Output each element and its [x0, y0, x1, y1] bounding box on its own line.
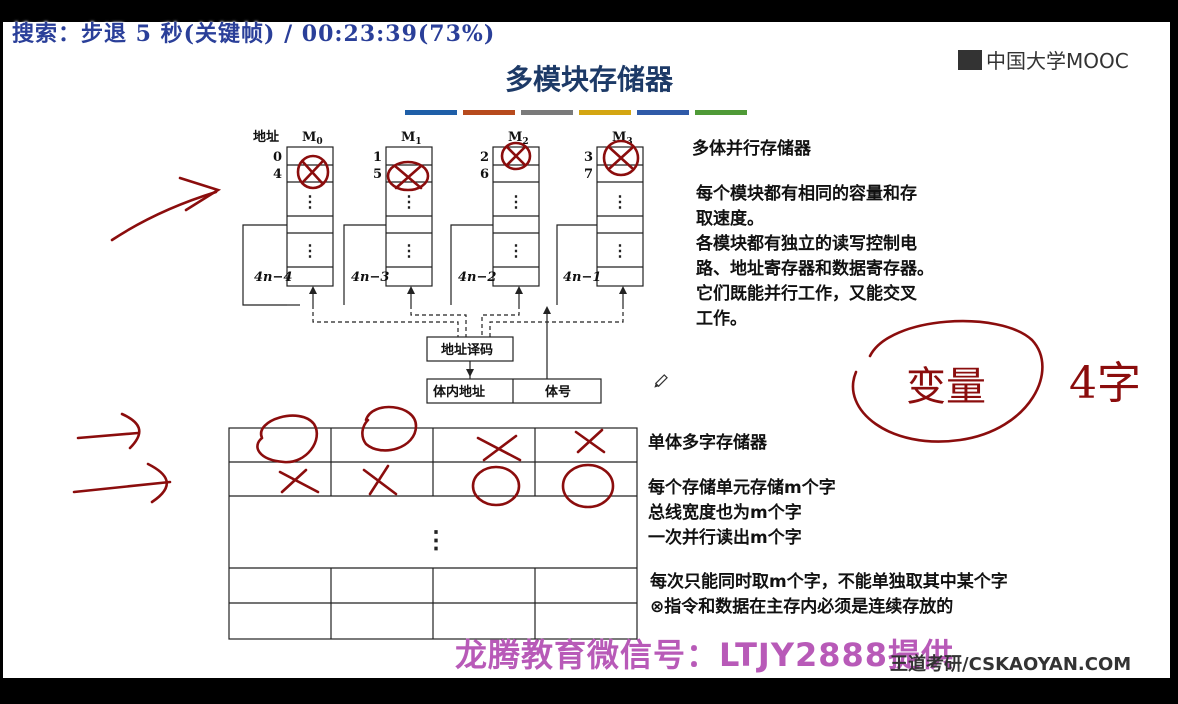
circle-mark	[256, 414, 319, 464]
text-line: 每个存储单元存储m个字	[648, 478, 836, 498]
handwritten-arrow	[76, 431, 140, 440]
ellipsis: ⋮	[508, 241, 524, 260]
text-line: 一次并行读出m个字	[648, 528, 802, 548]
pencil-cursor-icon	[654, 374, 668, 388]
addr-cell: 3	[584, 150, 593, 165]
circle-mark	[561, 463, 615, 509]
module-label-m1: M1	[401, 130, 422, 147]
ellipsis: ⋮	[612, 241, 628, 260]
cross-mark	[393, 164, 423, 190]
cross-mark	[476, 434, 522, 462]
inner-address-label: 体内地址	[433, 384, 485, 400]
cross-mark	[362, 464, 398, 496]
bank-number-label: 体号	[545, 384, 571, 400]
module-label-m0: M0	[302, 130, 323, 147]
text-line: 路、地址寄存器和数据寄存器。	[696, 259, 934, 279]
ellipsis: ⋮	[302, 241, 318, 260]
circle-mark	[361, 405, 418, 452]
addr-cell: 6	[480, 167, 489, 182]
text-line: 总线宽度也为m个字	[648, 503, 802, 523]
handwriting-side-text: 4字	[1069, 358, 1141, 409]
ellipsis: ⋮	[401, 192, 417, 211]
ellipsis: ⋮	[424, 525, 448, 554]
addr-cell: 5	[373, 167, 382, 182]
addr-cell: 2	[480, 150, 489, 165]
handwritten-arrow	[72, 480, 172, 494]
addr-cell: 7	[584, 167, 593, 182]
ellipsis: ⋮	[302, 192, 318, 211]
single-bank-note: 每次只能同时取m个字，不能单独取其中某个字 ⊗指令和数据在主存内必须是连续存放的	[650, 570, 1008, 620]
last-addr: 4n−2	[458, 270, 496, 285]
watermark-text: 龙腾教育微信号：LTJY2888提供	[455, 636, 955, 674]
handwritten-arrow	[110, 190, 218, 242]
last-addr: 4n−3	[351, 270, 389, 285]
text-line: 各模块都有独立的读写控制电	[696, 234, 917, 254]
address-label: 地址	[253, 129, 279, 145]
addr-cell: 1	[373, 150, 382, 165]
multi-bank-description: 每个模块都有相同的容量和存 取速度。 各模块都有独立的读写控制电 路、地址寄存器…	[696, 182, 934, 332]
handwriting-circle-text: 变量	[906, 364, 986, 410]
last-addr: 4n−1	[563, 270, 601, 285]
addr-cell: 0	[273, 150, 282, 165]
text-line: 取速度。	[696, 209, 764, 229]
ellipsis: ⋮	[612, 192, 628, 211]
last-addr: 4n−4	[254, 270, 292, 285]
single-bank-description: 每个存储单元存储m个字 总线宽度也为m个字 一次并行读出m个字	[648, 476, 836, 551]
text-line: 工作。	[696, 309, 747, 329]
single-bank-title: 单体多字存储器	[648, 433, 767, 453]
text-line: 每次只能同时取m个字，不能单独取其中某个字	[650, 572, 1008, 592]
decoder-label: 地址译码	[441, 342, 493, 358]
text-line: 它们既能并行工作，又能交叉	[696, 284, 917, 304]
ellipsis: ⋮	[401, 241, 417, 260]
ellipsis: ⋮	[508, 192, 524, 211]
cross-mark	[505, 145, 527, 167]
handwritten-arrowhead	[120, 412, 141, 450]
cross-mark	[574, 428, 606, 454]
cross-mark	[278, 468, 320, 494]
text-line: 每个模块都有相同的容量和存	[696, 184, 917, 204]
multi-bank-title: 多体并行存储器	[692, 139, 811, 159]
text-line: ⊗指令和数据在主存内必须是连续存放的	[650, 597, 954, 617]
footer-text: 王道考研/CSKAOYAN.COM	[890, 654, 1132, 675]
handwritten-arrowhead	[178, 176, 222, 212]
addr-cell: 4	[273, 167, 282, 182]
circle-mark	[471, 465, 521, 507]
